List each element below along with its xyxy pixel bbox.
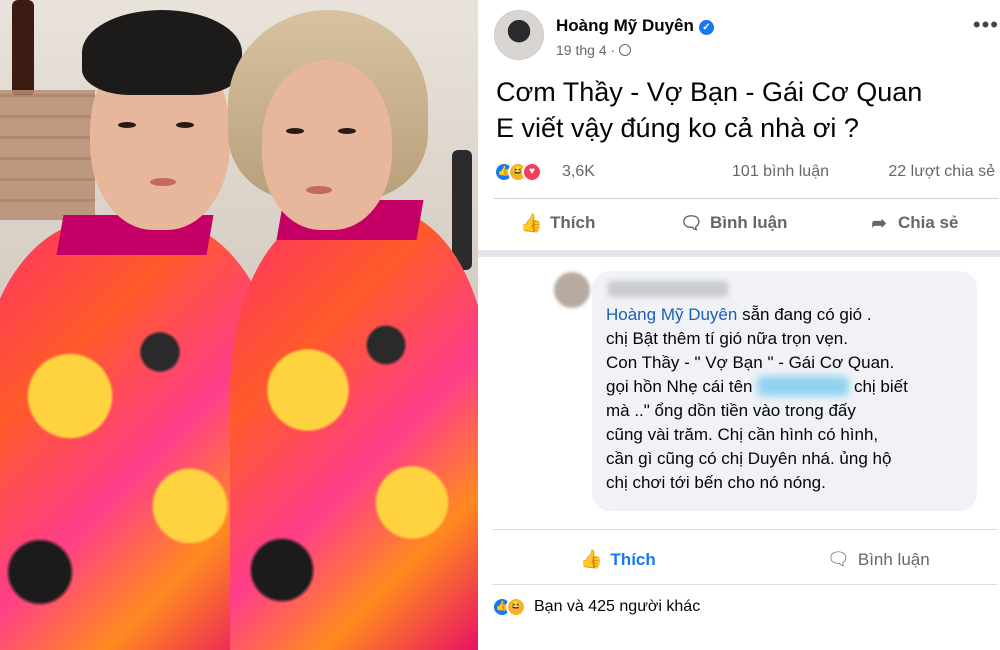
hair xyxy=(82,10,242,95)
comment-button[interactable]: 🗨 Bình luận xyxy=(680,213,787,233)
brick-wall xyxy=(0,90,95,220)
comment-screenshot: Hoàng Mỹ Duyên sẵn đang có gió . chị Bật… xyxy=(482,257,1000,650)
post-text-line: Cơm Thầy - Vợ Bạn - Gái Cơ Quan xyxy=(496,77,923,107)
comment-reaction-summary[interactable]: 👍 😆 Bạn và 425 người khác xyxy=(492,597,700,617)
comment-line: gọi hồn Nhẹ cái tên xyxy=(606,377,758,396)
comment-like-label: Thích xyxy=(610,549,656,569)
reaction-count[interactable]: 3,6K xyxy=(562,163,595,181)
comment-line: Con Thầy - " Vợ Bạn " - Gái Cơ Quan. xyxy=(606,353,895,372)
like-label: Thích xyxy=(550,213,596,232)
more-icon[interactable]: ••• xyxy=(973,12,999,38)
post-photo[interactable] xyxy=(0,0,478,650)
share-button[interactable]: ➦ Chia sẻ xyxy=(868,213,958,233)
globe-icon xyxy=(619,44,632,56)
comment-line: mà .." ổng dồn tiền vào trong đấy xyxy=(606,401,856,420)
love-icon: ♥ xyxy=(522,162,542,182)
eye xyxy=(176,122,194,128)
comment-icon: 🗨 xyxy=(827,549,850,569)
comment-line: cũng vài trăm. Chị cần hình có hình, xyxy=(606,425,879,444)
commenter-avatar-blurred xyxy=(554,272,590,308)
comment-reply-button[interactable]: 🗨 Bình luận xyxy=(827,549,930,570)
post-text-line: E viết vậy đúng ko cả nhà ơi ? xyxy=(496,113,859,143)
reaction-icons[interactable]: 👍 😆 ♥ xyxy=(494,162,542,184)
divider xyxy=(492,529,997,530)
reaction-bar: 👍 😆 ♥ 3,6K 101 bình luận 22 lượt chia sẻ xyxy=(494,160,999,188)
comment-line: chị Bật thêm tí gió nữa trọn vẹn. xyxy=(606,329,848,348)
author-name[interactable]: Hoàng Mỹ Duyên xyxy=(556,16,694,35)
face xyxy=(262,60,392,230)
post-header: Hoàng Mỹ Duyên ✓ 19 thg 4 · ••• xyxy=(494,10,999,70)
comments-count[interactable]: 101 bình luận xyxy=(732,163,829,181)
blurred-name xyxy=(757,376,850,396)
section-separator xyxy=(478,250,1000,257)
comment-icon: 🗨 xyxy=(680,213,703,233)
eye xyxy=(118,122,136,128)
comment-line: cần gì cũng có chị Duyên nhá. ủng hộ xyxy=(606,449,892,468)
author-avatar[interactable] xyxy=(494,10,544,60)
share-icon: ➦ xyxy=(871,213,887,233)
eye xyxy=(338,128,356,134)
verified-icon: ✓ xyxy=(698,20,714,35)
comment-line: chị chơi tới bến cho nó nóng. xyxy=(606,473,826,492)
reaction-summary-text: Bạn và 425 người khác xyxy=(534,598,701,615)
comment-text: Hoàng Mỹ Duyên sẵn đang có gió . chị Bật… xyxy=(606,303,966,495)
comment-label: Bình luận xyxy=(710,213,788,232)
like-button[interactable]: 👍 Thích xyxy=(520,213,595,233)
mention-link[interactable]: Hoàng Mỹ Duyên xyxy=(606,305,737,324)
bottle-decoration xyxy=(12,0,34,95)
like-icon: 👍 xyxy=(580,549,603,569)
comment-like-button[interactable]: 👍 Thích xyxy=(580,549,656,570)
comment-actions: 👍 Thích 🗨 Bình luận xyxy=(492,537,997,581)
eye xyxy=(286,128,304,134)
like-icon: 👍 xyxy=(520,213,543,233)
haha-icon: 😆 xyxy=(506,597,526,617)
comment-line: chị biết xyxy=(849,377,908,396)
comment-bubble: Hoàng Mỹ Duyên sẵn đang có gió . chị Bật… xyxy=(592,271,977,511)
bottle-decoration xyxy=(452,150,472,270)
comment-line: sẵn đang có gió . xyxy=(737,305,872,324)
comment-reply-label: Bình luận xyxy=(857,549,930,569)
post-date[interactable]: 19 thg 4 · xyxy=(556,42,615,58)
jacket xyxy=(230,210,478,650)
share-label: Chia sẻ xyxy=(898,213,959,232)
shares-count[interactable]: 22 lượt chia sẻ xyxy=(888,163,995,181)
divider xyxy=(492,584,997,585)
lips xyxy=(306,186,332,194)
divider xyxy=(494,198,999,199)
commenter-name-blurred xyxy=(608,281,728,297)
lips xyxy=(150,178,176,186)
post-actions: 👍 Thích 🗨 Bình luận ➦ Chia sẻ xyxy=(494,205,999,245)
post-meta: 19 thg 4 · xyxy=(556,42,632,58)
post-text: Cơm Thầy - Vợ Bạn - Gái Cơ Quan E viết v… xyxy=(496,74,991,146)
